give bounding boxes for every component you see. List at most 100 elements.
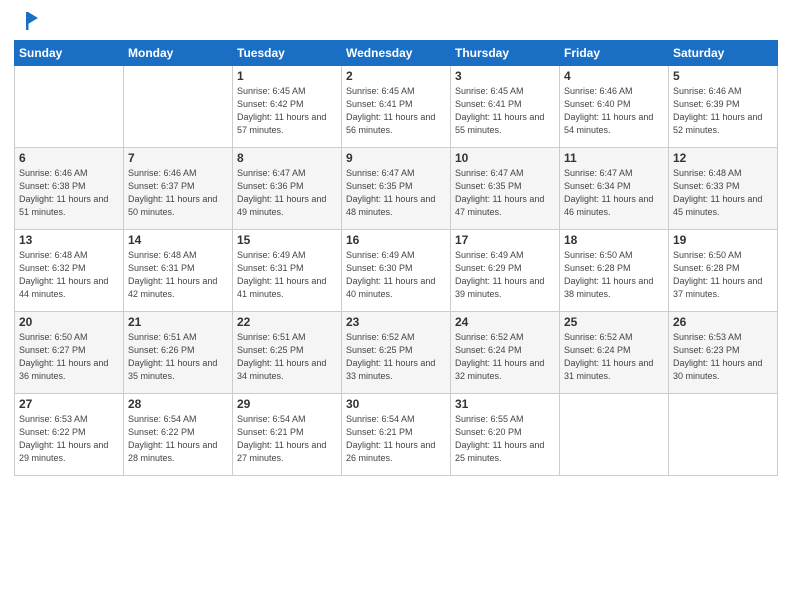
calendar-cell: 1 Sunrise: 6:45 AMSunset: 6:42 PMDaylight… xyxy=(233,66,342,148)
day-number: 20 xyxy=(19,315,119,329)
calendar-cell: 20 Sunrise: 6:50 AMSunset: 6:27 PMDayligh… xyxy=(15,312,124,394)
calendar-cell: 11 Sunrise: 6:47 AMSunset: 6:34 PMDayligh… xyxy=(560,148,669,230)
calendar-cell: 10 Sunrise: 6:47 AMSunset: 6:35 PMDayligh… xyxy=(451,148,560,230)
calendar-cell: 16 Sunrise: 6:49 AMSunset: 6:30 PMDayligh… xyxy=(342,230,451,312)
day-number: 9 xyxy=(346,151,446,165)
day-info: Sunrise: 6:49 AMSunset: 6:29 PMDaylight:… xyxy=(455,249,555,301)
calendar-week-row: 20 Sunrise: 6:50 AMSunset: 6:27 PMDayligh… xyxy=(15,312,778,394)
day-info: Sunrise: 6:53 AMSunset: 6:23 PMDaylight:… xyxy=(673,331,773,383)
calendar-cell: 2 Sunrise: 6:45 AMSunset: 6:41 PMDaylight… xyxy=(342,66,451,148)
day-info: Sunrise: 6:50 AMSunset: 6:27 PMDaylight:… xyxy=(19,331,119,383)
day-info: Sunrise: 6:45 AMSunset: 6:42 PMDaylight:… xyxy=(237,85,337,137)
calendar-cell xyxy=(560,394,669,476)
day-info: Sunrise: 6:47 AMSunset: 6:36 PMDaylight:… xyxy=(237,167,337,219)
calendar-header-row: SundayMondayTuesdayWednesdayThursdayFrid… xyxy=(15,41,778,66)
calendar-cell: 22 Sunrise: 6:51 AMSunset: 6:25 PMDayligh… xyxy=(233,312,342,394)
day-number: 13 xyxy=(19,233,119,247)
calendar-cell: 24 Sunrise: 6:52 AMSunset: 6:24 PMDayligh… xyxy=(451,312,560,394)
logo-icon xyxy=(16,10,38,32)
day-number: 17 xyxy=(455,233,555,247)
day-number: 7 xyxy=(128,151,228,165)
day-info: Sunrise: 6:46 AMSunset: 6:40 PMDaylight:… xyxy=(564,85,664,137)
calendar-cell: 15 Sunrise: 6:49 AMSunset: 6:31 PMDayligh… xyxy=(233,230,342,312)
weekday-header: Wednesday xyxy=(342,41,451,66)
calendar-cell: 27Sunrise: 6:53 AMSunset: 6:22 PMDayligh… xyxy=(15,394,124,476)
calendar-cell: 13 Sunrise: 6:48 AMSunset: 6:32 PMDayligh… xyxy=(15,230,124,312)
calendar-cell: 31 Sunrise: 6:55 AMSunset: 6:20 PMDayligh… xyxy=(451,394,560,476)
day-number: 8 xyxy=(237,151,337,165)
day-number: 11 xyxy=(564,151,664,165)
calendar-table: SundayMondayTuesdayWednesdayThursdayFrid… xyxy=(14,40,778,476)
calendar-cell: 18 Sunrise: 6:50 AMSunset: 6:28 PMDayligh… xyxy=(560,230,669,312)
calendar-cell: 14Sunrise: 6:48 AMSunset: 6:31 PMDayligh… xyxy=(124,230,233,312)
calendar-cell: 29 Sunrise: 6:54 AMSunset: 6:21 PMDayligh… xyxy=(233,394,342,476)
weekday-header: Thursday xyxy=(451,41,560,66)
calendar-cell xyxy=(669,394,778,476)
day-info: Sunrise: 6:46 AMSunset: 6:38 PMDaylight:… xyxy=(19,167,119,219)
weekday-header: Tuesday xyxy=(233,41,342,66)
day-info: Sunrise: 6:51 AMSunset: 6:25 PMDaylight:… xyxy=(237,331,337,383)
day-number: 10 xyxy=(455,151,555,165)
day-info: Sunrise: 6:48 AMSunset: 6:32 PMDaylight:… xyxy=(19,249,119,301)
calendar-week-row: 6 Sunrise: 6:46 AMSunset: 6:38 PMDaylight… xyxy=(15,148,778,230)
day-number: 22 xyxy=(237,315,337,329)
day-info: Sunrise: 6:54 AMSunset: 6:21 PMDaylight:… xyxy=(346,413,446,465)
day-info: Sunrise: 6:46 AMSunset: 6:37 PMDaylight:… xyxy=(128,167,228,219)
day-info: Sunrise: 6:50 AMSunset: 6:28 PMDaylight:… xyxy=(673,249,773,301)
calendar-cell: 9 Sunrise: 6:47 AMSunset: 6:35 PMDaylight… xyxy=(342,148,451,230)
day-info: Sunrise: 6:47 AMSunset: 6:35 PMDaylight:… xyxy=(455,167,555,219)
calendar-week-row: 13 Sunrise: 6:48 AMSunset: 6:32 PMDayligh… xyxy=(15,230,778,312)
day-info: Sunrise: 6:51 AMSunset: 6:26 PMDaylight:… xyxy=(128,331,228,383)
calendar-cell: 6 Sunrise: 6:46 AMSunset: 6:38 PMDaylight… xyxy=(15,148,124,230)
day-info: Sunrise: 6:48 AMSunset: 6:33 PMDaylight:… xyxy=(673,167,773,219)
calendar-cell: 7 Sunrise: 6:46 AMSunset: 6:37 PMDaylight… xyxy=(124,148,233,230)
calendar-cell: 23Sunrise: 6:52 AMSunset: 6:25 PMDayligh… xyxy=(342,312,451,394)
calendar-cell: 17 Sunrise: 6:49 AMSunset: 6:29 PMDayligh… xyxy=(451,230,560,312)
day-number: 25 xyxy=(564,315,664,329)
day-number: 15 xyxy=(237,233,337,247)
day-info: Sunrise: 6:54 AMSunset: 6:21 PMDaylight:… xyxy=(237,413,337,465)
day-number: 16 xyxy=(346,233,446,247)
day-info: Sunrise: 6:45 AMSunset: 6:41 PMDaylight:… xyxy=(455,85,555,137)
logo xyxy=(14,10,38,32)
day-info: Sunrise: 6:45 AMSunset: 6:41 PMDaylight:… xyxy=(346,85,446,137)
day-info: Sunrise: 6:50 AMSunset: 6:28 PMDaylight:… xyxy=(564,249,664,301)
day-info: Sunrise: 6:53 AMSunset: 6:22 PMDaylight:… xyxy=(19,413,119,465)
day-info: Sunrise: 6:49 AMSunset: 6:31 PMDaylight:… xyxy=(237,249,337,301)
day-number: 19 xyxy=(673,233,773,247)
calendar-cell xyxy=(124,66,233,148)
calendar-body: 1 Sunrise: 6:45 AMSunset: 6:42 PMDaylight… xyxy=(15,66,778,476)
day-info: Sunrise: 6:52 AMSunset: 6:24 PMDaylight:… xyxy=(455,331,555,383)
calendar-cell: 8 Sunrise: 6:47 AMSunset: 6:36 PMDaylight… xyxy=(233,148,342,230)
day-number: 5 xyxy=(673,69,773,83)
calendar-cell: 19 Sunrise: 6:50 AMSunset: 6:28 PMDayligh… xyxy=(669,230,778,312)
day-number: 4 xyxy=(564,69,664,83)
day-number: 26 xyxy=(673,315,773,329)
calendar-cell: 26 Sunrise: 6:53 AMSunset: 6:23 PMDayligh… xyxy=(669,312,778,394)
calendar-cell: 3 Sunrise: 6:45 AMSunset: 6:41 PMDaylight… xyxy=(451,66,560,148)
day-info: Sunrise: 6:52 AMSunset: 6:24 PMDaylight:… xyxy=(564,331,664,383)
day-info: Sunrise: 6:49 AMSunset: 6:30 PMDaylight:… xyxy=(346,249,446,301)
day-number: 21 xyxy=(128,315,228,329)
day-number: 18 xyxy=(564,233,664,247)
day-number: 31 xyxy=(455,397,555,411)
calendar-cell: 25 Sunrise: 6:52 AMSunset: 6:24 PMDayligh… xyxy=(560,312,669,394)
day-number: 28 xyxy=(128,397,228,411)
calendar-cell xyxy=(15,66,124,148)
day-info: Sunrise: 6:47 AMSunset: 6:34 PMDaylight:… xyxy=(564,167,664,219)
day-number: 29 xyxy=(237,397,337,411)
day-number: 3 xyxy=(455,69,555,83)
day-info: Sunrise: 6:55 AMSunset: 6:20 PMDaylight:… xyxy=(455,413,555,465)
day-number: 2 xyxy=(346,69,446,83)
calendar-week-row: 27Sunrise: 6:53 AMSunset: 6:22 PMDayligh… xyxy=(15,394,778,476)
day-number: 6 xyxy=(19,151,119,165)
day-number: 12 xyxy=(673,151,773,165)
day-number: 1 xyxy=(237,69,337,83)
day-info: Sunrise: 6:47 AMSunset: 6:35 PMDaylight:… xyxy=(346,167,446,219)
weekday-header: Monday xyxy=(124,41,233,66)
day-number: 24 xyxy=(455,315,555,329)
day-info: Sunrise: 6:46 AMSunset: 6:39 PMDaylight:… xyxy=(673,85,773,137)
calendar-cell: 4 Sunrise: 6:46 AMSunset: 6:40 PMDaylight… xyxy=(560,66,669,148)
day-info: Sunrise: 6:48 AMSunset: 6:31 PMDaylight:… xyxy=(128,249,228,301)
calendar-page: SundayMondayTuesdayWednesdayThursdayFrid… xyxy=(0,0,792,612)
